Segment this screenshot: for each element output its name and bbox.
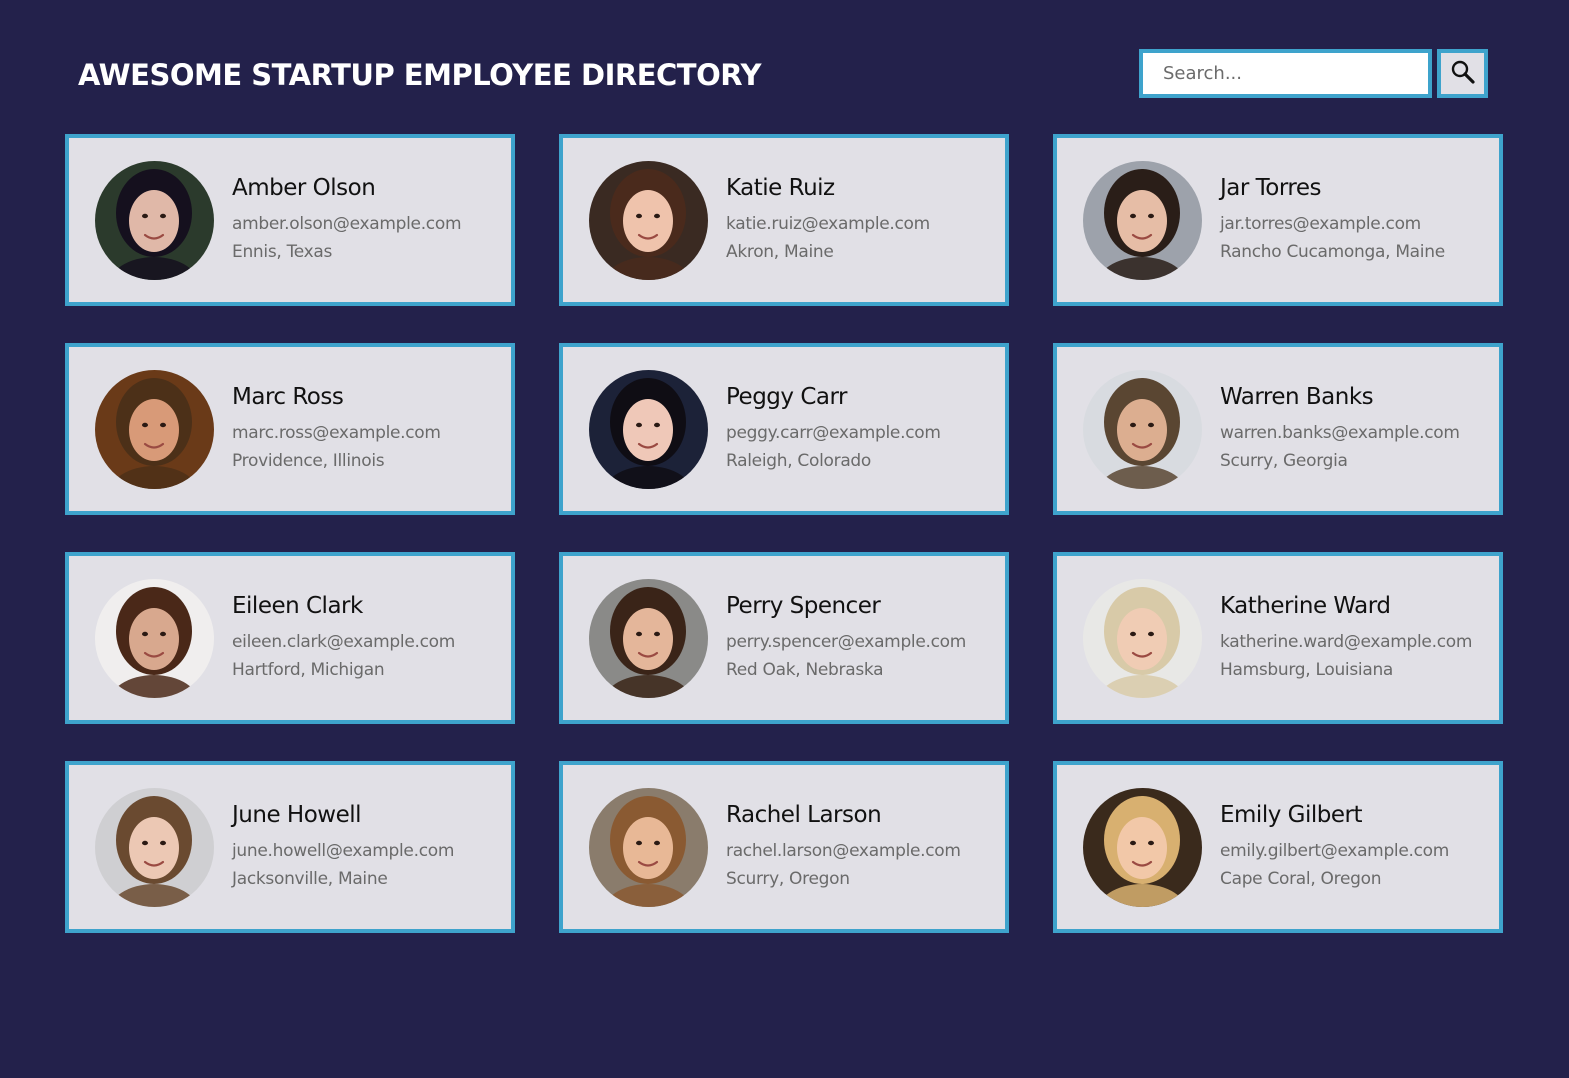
employee-photo: [95, 160, 214, 280]
search-form: [1139, 49, 1488, 98]
employee-name: Marc Ross: [232, 383, 344, 410]
employee-email: eileen.clark@example.com: [232, 631, 456, 652]
employee-name: Rachel Larson: [726, 801, 882, 828]
employee-photo: [589, 787, 708, 907]
employee-name: Amber Olson: [232, 174, 376, 201]
employee-location: Red Oak, Nebraska: [726, 659, 884, 680]
employee-photo: [589, 578, 708, 698]
employee-card[interactable]: Rachel Larson rachel.larson@example.com Sc…: [559, 761, 1009, 933]
employee-email: perry.spencer@example.com: [726, 631, 967, 652]
employee-name: Katherine Ward: [1220, 592, 1391, 619]
employee-photo: [1083, 578, 1202, 698]
employee-email: jar.torres@example.com: [1220, 213, 1421, 234]
employee-name: Eileen Clark: [232, 592, 363, 619]
directory-page: AWESOME STARTUP EMPLOYEE DIRECTORY Amber…: [0, 0, 1569, 1078]
employee-name: Emily Gilbert: [1220, 801, 1362, 828]
employee-photo: [1083, 369, 1202, 489]
employee-location: Scurry, Georgia: [1220, 450, 1348, 471]
employee-photo: [95, 787, 214, 907]
employee-location: Cape Coral, Oregon: [1220, 868, 1382, 889]
employee-location: Jacksonville, Maine: [232, 868, 388, 889]
employee-grid: Amber Olson amber.olson@example.com Ennis,…: [65, 134, 1503, 933]
page-title: AWESOME STARTUP EMPLOYEE DIRECTORY: [78, 58, 761, 92]
employee-info: Marc Ross marc.ross@example.com Providence…: [232, 384, 441, 475]
employee-email: warren.banks@example.com: [1220, 422, 1460, 443]
employee-card[interactable]: Marc Ross marc.ross@example.com Providence…: [65, 343, 515, 515]
employee-location: Providence, Illinois: [232, 450, 385, 471]
employee-name: Peggy Carr: [726, 383, 847, 410]
employee-info: Katie Ruiz katie.ruiz@example.com Akron, M…: [726, 175, 930, 266]
employee-info: Amber Olson amber.olson@example.com Ennis,…: [232, 174, 462, 266]
employee-name: Katie Ruiz: [726, 174, 835, 201]
employee-photo: [589, 160, 708, 280]
employee-card[interactable]: Emily Gilbert emily.gilbert@example.com Ca…: [1053, 761, 1503, 933]
employee-info: Jar Torres jar.torres@example.com Rancho C…: [1220, 175, 1445, 266]
employee-card[interactable]: Katie Ruiz katie.ruiz@example.com Akron, M…: [559, 134, 1009, 306]
search-icon: [1450, 59, 1476, 88]
employee-card[interactable]: Warren Banks warren.banks@example.com Scur…: [1053, 343, 1503, 515]
employee-location: Hamsburg, Louisiana: [1220, 659, 1394, 680]
employee-email: june.howell@example.com: [232, 840, 455, 861]
employee-name: Perry Spencer: [726, 592, 881, 619]
employee-email: katie.ruiz@example.com: [726, 213, 930, 234]
search-button[interactable]: [1437, 49, 1488, 98]
employee-email: katherine.ward@example.com: [1220, 631, 1473, 652]
employee-card[interactable]: Katherine Ward katherine.ward@example.com…: [1053, 552, 1503, 724]
employee-location: Hartford, Michigan: [232, 659, 385, 680]
employee-info: Perry Spencer perry.spencer@example.com Re…: [726, 593, 966, 684]
employee-name: June Howell: [232, 801, 362, 828]
employee-name: Jar Torres: [1220, 174, 1321, 201]
employee-photo: [95, 578, 214, 698]
employee-email: amber.olson@example.com: [232, 213, 462, 234]
employee-location: Rancho Cucamonga, Maine: [1220, 241, 1445, 262]
employee-card[interactable]: Eileen Clark eileen.clark@example.com Hart…: [65, 552, 515, 724]
employee-name: Warren Banks: [1220, 383, 1374, 410]
employee-location: Scurry, Oregon: [726, 868, 850, 889]
employee-card[interactable]: June Howell june.howell@example.com Jackso…: [65, 761, 515, 933]
employee-photo: [1083, 787, 1202, 907]
employee-card[interactable]: Perry Spencer perry.spencer@example.com Re…: [559, 552, 1009, 724]
employee-card[interactable]: Jar Torres jar.torres@example.com Rancho C…: [1053, 134, 1503, 306]
employee-email: peggy.carr@example.com: [726, 422, 941, 443]
employee-card[interactable]: Amber Olson amber.olson@example.com Ennis,…: [65, 134, 515, 306]
employee-info: Rachel Larson rachel.larson@example.com Sc…: [726, 802, 961, 893]
employee-photo: [95, 369, 214, 489]
employee-email: rachel.larson@example.com: [726, 840, 961, 861]
employee-info: Eileen Clark eileen.clark@example.com Hart…: [232, 593, 455, 684]
employee-info: Katherine Ward katherine.ward@example.com…: [1220, 593, 1472, 684]
employee-photo: [589, 369, 708, 489]
employee-location: Akron, Maine: [726, 241, 834, 262]
employee-email: emily.gilbert@example.com: [1220, 840, 1450, 861]
employee-location: Raleigh, Colorado: [726, 450, 872, 471]
employee-email: marc.ross@example.com: [232, 422, 441, 443]
employee-location: Ennis, Texas: [232, 241, 333, 262]
employee-info: Warren Banks warren.banks@example.com Scur…: [1220, 384, 1460, 475]
employee-info: June Howell june.howell@example.com Jackso…: [232, 802, 454, 893]
employee-card[interactable]: Peggy Carr peggy.carr@example.com Raleigh,…: [559, 343, 1009, 515]
employee-info: Peggy Carr peggy.carr@example.com Raleigh,…: [726, 384, 941, 475]
employee-info: Emily Gilbert emily.gilbert@example.com Ca…: [1220, 802, 1449, 893]
search-input[interactable]: [1139, 49, 1432, 98]
employee-photo: [1083, 160, 1202, 280]
